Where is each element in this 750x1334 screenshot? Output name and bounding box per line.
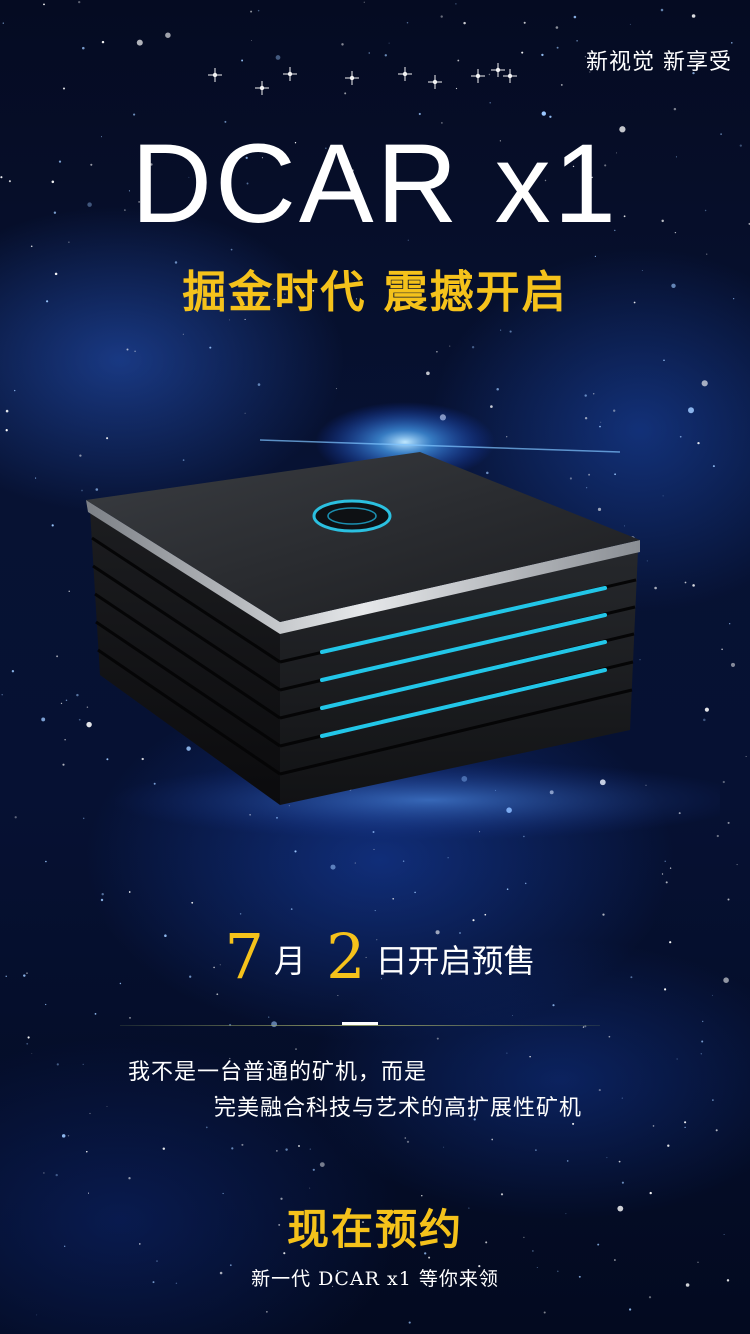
device-logo-icon bbox=[312, 499, 392, 533]
description-line-1: 我不是一台普通的矿机，而是 bbox=[128, 1060, 428, 1085]
divider-mark bbox=[342, 1022, 378, 1025]
reserve-subtext: 新一代 DCAR x1 等你来领 bbox=[251, 1268, 499, 1290]
description-line-2: 完美融合科技与艺术的高扩展性矿机 bbox=[214, 1096, 583, 1121]
presale-month-number: 7 bbox=[224, 920, 264, 993]
presale-date: 7月 2 日开启预售 bbox=[0, 920, 750, 993]
presale-month-unit: 月 bbox=[273, 942, 306, 980]
presale-day-suffix: 日开启预售 bbox=[375, 942, 536, 980]
poster: 新视觉 新享受 DCAR x1 掘金时代 震撼开启 7 月 2 日开启预售 我不… bbox=[0, 0, 750, 1334]
tagline: 新视觉 新享受 bbox=[586, 50, 732, 75]
product-title: DCAR x1 bbox=[131, 121, 619, 246]
divider-line bbox=[120, 1025, 600, 1026]
headline-slogan: 掘金时代 震撼开启 bbox=[182, 267, 568, 318]
mining-device-image bbox=[86, 402, 720, 840]
presale-day-number: 2 bbox=[326, 920, 366, 993]
reserve-now-button[interactable]: 现在预约 bbox=[0, 1196, 750, 1257]
